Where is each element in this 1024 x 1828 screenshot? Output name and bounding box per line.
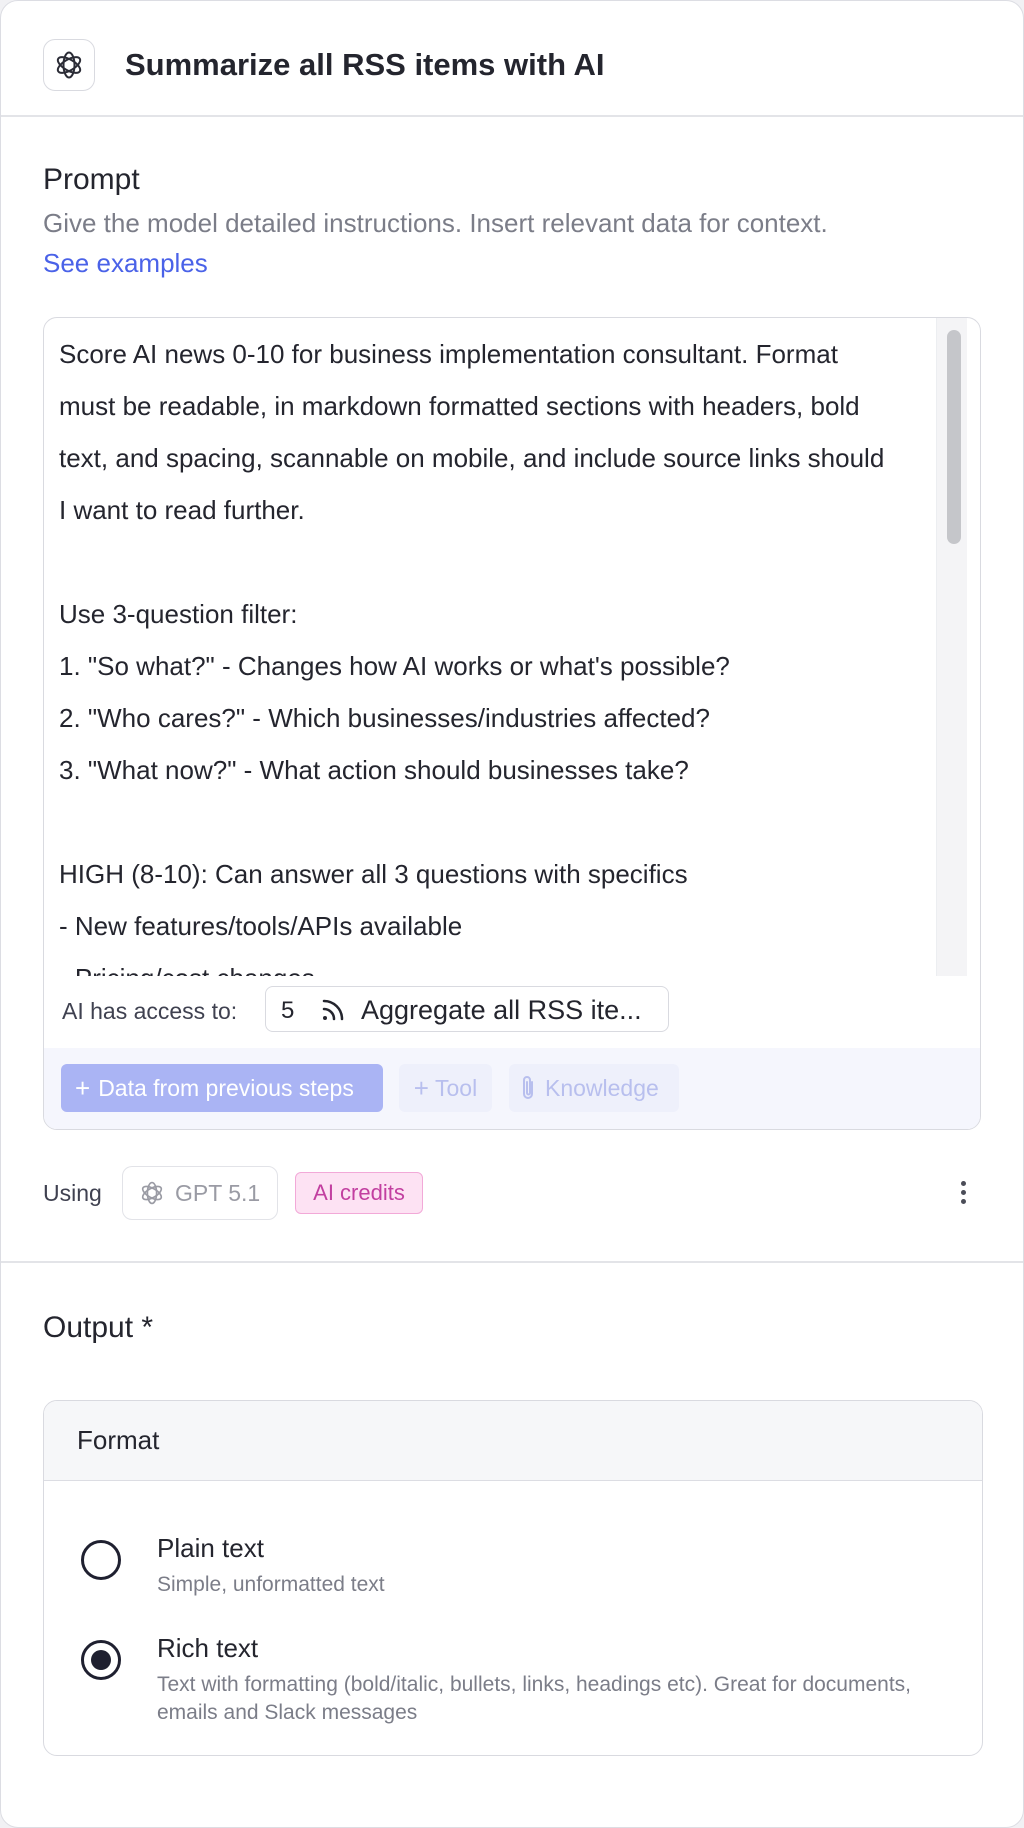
- prompt-description: Give the model detailed instructions. In…: [43, 208, 828, 238]
- prompt-line: 1. "So what?" - Changes how AI works or …: [59, 651, 730, 681]
- prompt-editor[interactable]: Score AI news 0-10 for business implemen…: [43, 317, 981, 1130]
- radio-rich-text[interactable]: [81, 1640, 121, 1680]
- format-selector: Format Plain text Simple, unformatted te…: [43, 1400, 983, 1756]
- format-label: Format: [77, 1425, 160, 1455]
- step-reference-chip[interactable]: 5 Aggregate all RSS ite...: [265, 986, 669, 1032]
- model-selector[interactable]: GPT 5.1: [122, 1166, 278, 1220]
- using-label: Using: [43, 1180, 102, 1206]
- page-title: Summarize all RSS items with AI: [125, 47, 605, 82]
- option-title: Rich text: [157, 1633, 259, 1663]
- plus-icon: +: [75, 1072, 91, 1103]
- prompt-label: Prompt: [43, 163, 140, 196]
- editor-toolbar: + Data from previous steps + Tool Knowle…: [44, 1048, 980, 1129]
- knowledge-button-label: Knowledge: [545, 1074, 659, 1101]
- prompt-textarea[interactable]: Score AI news 0-10 for business implemen…: [44, 318, 936, 976]
- prompt-line: [59, 536, 936, 588]
- option-subtitle: Text with formatting (bold/italic, bulle…: [157, 1673, 912, 1724]
- step-number: 5: [281, 997, 295, 1024]
- plus-icon: +: [413, 1072, 429, 1103]
- tool-button-label: Tool: [434, 1074, 478, 1101]
- more-options-icon[interactable]: [953, 1178, 973, 1208]
- rss-icon: [320, 997, 346, 1028]
- divider: [1, 1261, 1023, 1263]
- paperclip-icon: [521, 1075, 537, 1101]
- prompt-line: HIGH (8-10): Can answer all 3 questions …: [59, 859, 688, 889]
- scrollbar[interactable]: [936, 318, 967, 976]
- prompt-line: 2. "Who cares?" - Which businesses/indus…: [59, 703, 710, 733]
- openai-logo-icon: [137, 1178, 167, 1208]
- ai-access-row: AI has access to: 5 Aggregate all RSS it…: [44, 976, 980, 1048]
- prompt-line: - New features/tools/APIs available: [59, 911, 463, 941]
- add-tool-button[interactable]: + Tool: [399, 1064, 492, 1112]
- data-from-previous-steps-button[interactable]: + Data from previous steps: [61, 1064, 383, 1112]
- format-option-plain-text[interactable]: Plain text Simple, unformatted text: [44, 1531, 982, 1611]
- prompt-line: I want to read further.: [59, 495, 305, 525]
- prompt-line: must be readable, in markdown formatted …: [59, 391, 860, 421]
- prompt-line: Score AI news 0-10 for business implemen…: [59, 339, 838, 369]
- add-knowledge-button[interactable]: Knowledge: [509, 1064, 679, 1112]
- scrollbar-thumb[interactable]: [947, 330, 961, 544]
- panel-header: Summarize all RSS items with AI: [1, 1, 1023, 117]
- prompt-line: Use 3-question filter:: [59, 599, 298, 629]
- ai-credits-badge: AI credits: [295, 1172, 423, 1214]
- option-subtitle: Simple, unformatted text: [157, 1573, 385, 1596]
- format-option-rich-text[interactable]: Rich text Text with formatting (bold/ita…: [44, 1631, 982, 1724]
- step-label: Aggregate all RSS ite...: [361, 995, 642, 1025]
- see-examples-link[interactable]: See examples: [43, 248, 208, 279]
- prompt-line: 3. "What now?" - What action should busi…: [59, 755, 689, 785]
- access-label: AI has access to:: [62, 998, 238, 1024]
- prompt-line: text, and spacing, scannable on mobile, …: [59, 443, 885, 473]
- prompt-line: [59, 796, 936, 848]
- openai-logo-icon: [43, 39, 95, 91]
- data-button-label: Data from previous steps: [98, 1074, 354, 1101]
- output-title: Output *: [43, 1311, 154, 1344]
- model-name: GPT 5.1: [175, 1179, 261, 1206]
- format-header: Format: [44, 1401, 982, 1481]
- radio-plain-text[interactable]: [81, 1540, 121, 1580]
- step-config-panel: Summarize all RSS items with AI Prompt G…: [0, 0, 1024, 1828]
- option-title: Plain text: [157, 1533, 264, 1563]
- prompt-line: - Pricing/cost changes: [59, 952, 936, 976]
